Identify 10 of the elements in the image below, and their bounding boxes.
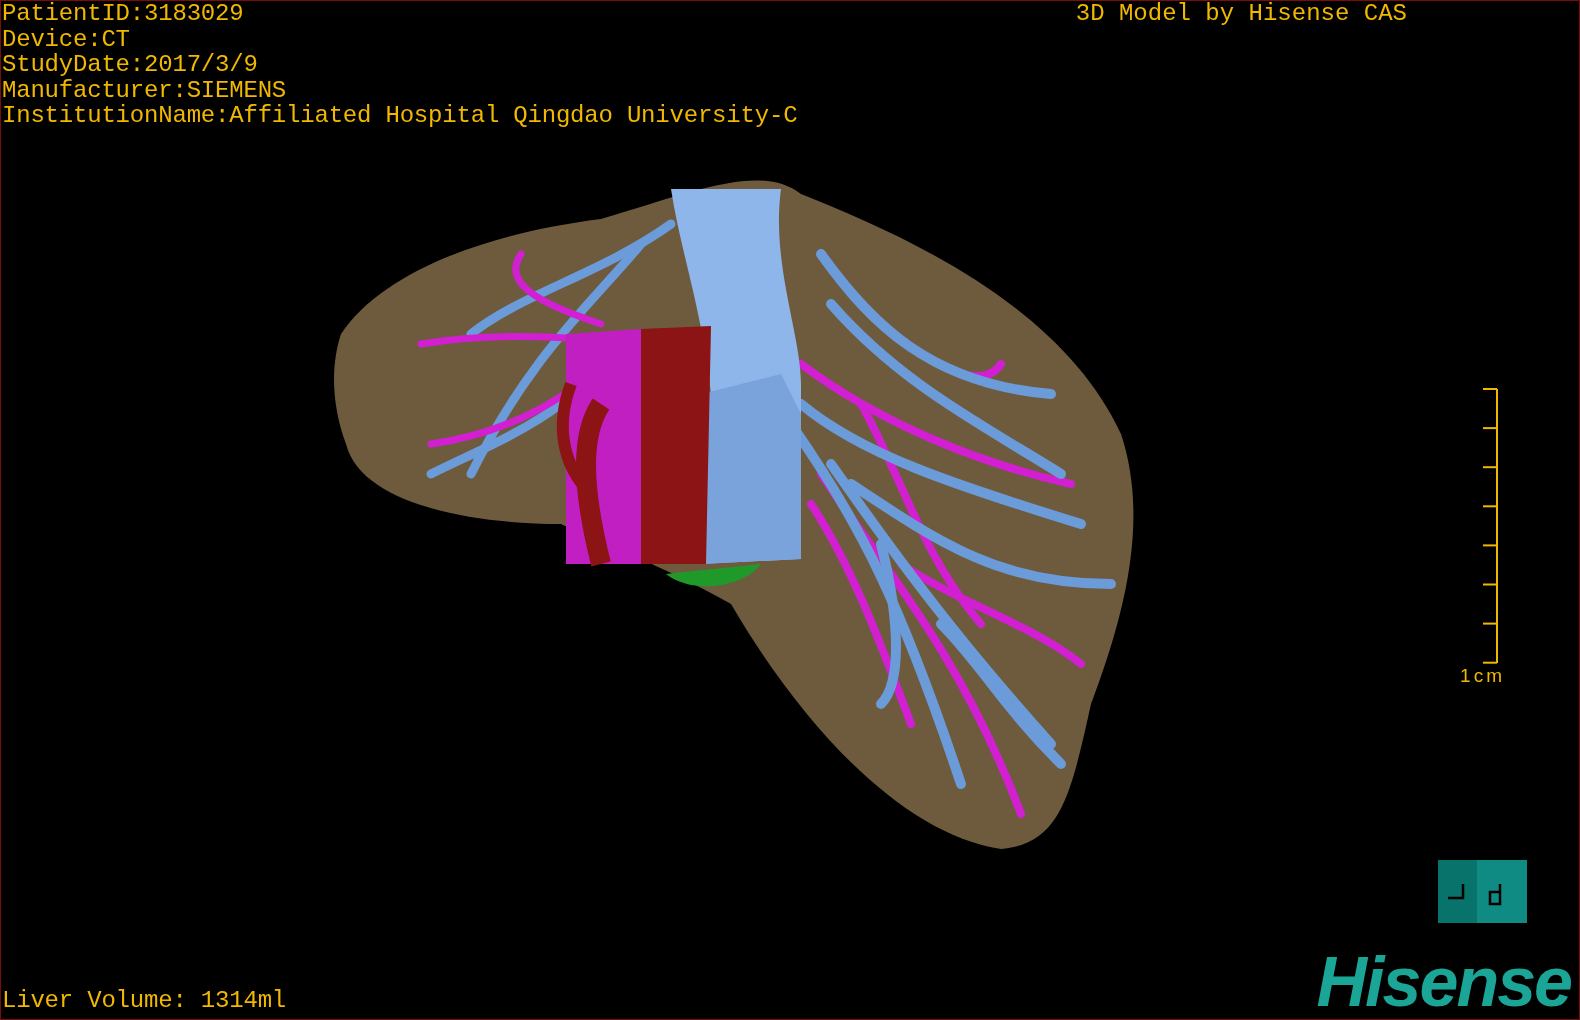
patient-info-text: Manufacturer:SIEMENS: [2, 77, 288, 103]
orientation-cube-icon: [1438, 860, 1527, 923]
patient-info-text: InstitutionName:Affiliated Hospital Qingdao University-C: [2, 103, 798, 129]
patient-info-text: StudyDate:2017/3/9: [2, 52, 259, 78]
patient-info-text: Device:CT: [2, 26, 131, 52]
brand-logo: Hisense: [1316, 949, 1572, 1015]
patient-info-text: PatientID:3183029: [2, 1, 245, 27]
viewer-title: 3D Model by Hisense CAS: [1075, 1, 1407, 27]
scale-label: 1cm: [1460, 664, 1505, 687]
liver-volume-text: Liver Volume: 1314ml: [2, 987, 287, 1013]
